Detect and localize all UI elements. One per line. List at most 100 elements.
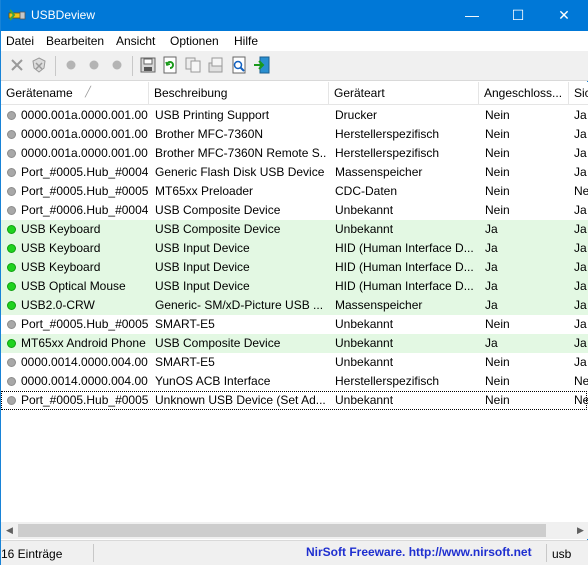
nirsoft-link[interactable]: NirSoft Freeware. http://www.nirsoft.net xyxy=(306,545,532,559)
connected-status-icon xyxy=(7,225,16,234)
table-row[interactable]: 0000.0014.0000.004.00... YunOS ACB Interf… xyxy=(1,372,588,391)
menu-ansicht[interactable]: Ansicht xyxy=(116,34,155,48)
html-report-icon[interactable] xyxy=(230,56,248,74)
device-type-cell: Drucker xyxy=(335,108,378,122)
device-type-cell: Herstellerspezifisch xyxy=(335,146,440,160)
table-row[interactable]: USB Keyboard USB Composite Device Unbekann… xyxy=(1,220,588,239)
safe-to-unplug-cell: Ja xyxy=(574,336,587,350)
connected-status-icon xyxy=(7,301,16,310)
disconnect-icon[interactable] xyxy=(8,56,26,74)
save-icon[interactable] xyxy=(139,56,157,74)
connected-status-icon xyxy=(7,282,16,291)
safe-to-unplug-cell: Ja xyxy=(574,222,587,236)
table-row[interactable]: 0000.001a.0000.001.00... Brother MFC-7360… xyxy=(1,144,588,163)
scroll-left-icon[interactable]: ◀ xyxy=(1,522,18,539)
safe-to-unplug-cell: Ja xyxy=(574,203,587,217)
uninstall-icon[interactable] xyxy=(30,56,48,74)
disconnected-status-icon xyxy=(7,377,16,386)
device-name-cell: 0000.001a.0000.001.00... xyxy=(21,108,148,122)
description-cell: USB Input Device xyxy=(155,279,250,293)
refresh-icon[interactable] xyxy=(161,56,179,74)
column-angeschlossen[interactable]: Angeschloss... xyxy=(479,82,569,105)
description-cell: USB Input Device xyxy=(155,260,250,274)
usb-app-icon xyxy=(8,9,26,21)
device-name-cell: 0000.0014.0000.004.00... xyxy=(21,374,148,388)
item-count: 16 Einträge xyxy=(1,547,63,561)
menu-optionen[interactable]: Optionen xyxy=(170,34,219,48)
table-row[interactable]: Port_#0005.Hub_#0005 Unknown USB Device (… xyxy=(1,391,588,410)
menu-datei[interactable]: Datei xyxy=(6,34,34,48)
safe-to-unplug-cell: Ja xyxy=(574,127,587,141)
connected-status-icon xyxy=(7,244,16,253)
table-row[interactable]: Port_#0005.Hub_#0004 Generic Flash Disk U… xyxy=(1,163,588,182)
description-cell: SMART-E5 xyxy=(155,317,215,331)
disconnected-status-icon xyxy=(7,111,16,120)
table-row[interactable]: Port_#0006.Hub_#0004 USB Composite Device… xyxy=(1,201,588,220)
table-row[interactable]: USB Keyboard USB Input Device HID (Human I… xyxy=(1,258,588,277)
column-beschreibung[interactable]: Beschreibung xyxy=(149,82,329,105)
enable-icon[interactable] xyxy=(85,56,103,74)
table-row[interactable]: 0000.001a.0000.001.00... USB Printing Sup… xyxy=(1,106,588,125)
connected-cell: Nein xyxy=(485,355,510,369)
table-row[interactable]: Port_#0005.Hub_#0005 SMART-E5 Unbekannt Nei… xyxy=(1,315,588,334)
copy-icon[interactable] xyxy=(184,56,202,74)
device-name-cell: Port_#0006.Hub_#0004 xyxy=(21,203,148,217)
connected-cell: Nein xyxy=(485,165,510,179)
description-cell: Generic Flash Disk USB Device xyxy=(155,165,325,179)
table-row[interactable]: Port_#0005.Hub_#0005 MT65xx Preloader CDC-… xyxy=(1,182,588,201)
device-type-cell: Herstellerspezifisch xyxy=(335,374,440,388)
maximize-button[interactable]: ☐ xyxy=(495,0,541,31)
disconnected-status-icon xyxy=(7,187,16,196)
device-list[interactable]: Gerätename ╱ Beschreibung Geräteart Anges… xyxy=(1,82,588,522)
connected-cell: Nein xyxy=(485,317,510,331)
disconnected-status-icon xyxy=(7,358,16,367)
device-type-cell: Massenspeicher xyxy=(335,165,423,179)
device-type-cell: HID (Human Interface D... xyxy=(335,260,474,274)
connected-cell: Ja xyxy=(485,241,498,255)
table-row[interactable]: 0000.001a.0000.001.00... Brother MFC-7360… xyxy=(1,125,588,144)
safe-to-unplug-cell: Ne xyxy=(574,184,588,198)
column-sicher[interactable]: Sic xyxy=(569,82,588,105)
disable-icon[interactable] xyxy=(62,56,80,74)
scroll-right-icon[interactable]: ▶ xyxy=(572,522,588,539)
safe-to-unplug-cell: Ne xyxy=(574,374,588,388)
connected-cell: Ja xyxy=(485,260,498,274)
device-name-cell: Port_#0005.Hub_#0004 xyxy=(21,165,148,179)
device-type-cell: Herstellerspezifisch xyxy=(335,127,440,141)
properties-icon[interactable] xyxy=(207,56,225,74)
description-cell: Unknown USB Device (Set Ad... xyxy=(155,393,326,407)
table-row[interactable]: USB Optical Mouse USB Input Device HID (Hu… xyxy=(1,277,588,296)
column-geraeteart[interactable]: Geräteart xyxy=(329,82,479,105)
device-type-cell: Unbekannt xyxy=(335,355,394,369)
status-separator xyxy=(93,544,94,562)
device-name-cell: Port_#0005.Hub_#0005 xyxy=(21,184,148,198)
connected-cell: Nein xyxy=(485,108,510,122)
device-type-cell: HID (Human Interface D... xyxy=(335,279,474,293)
status-bar: 16 Einträge NirSoft Freeware. http://www… xyxy=(1,540,588,565)
window-title: USBDeview xyxy=(31,8,96,22)
column-label: Gerätename xyxy=(6,86,73,100)
enable-disable-icon[interactable] xyxy=(108,56,126,74)
description-cell: Brother MFC-7360N Remote S... xyxy=(155,146,327,160)
menu-hilfe[interactable]: Hilfe xyxy=(234,34,258,48)
title-bar[interactable]: USBDeview — ☐ ✕ xyxy=(1,0,588,31)
exit-icon[interactable] xyxy=(253,56,271,74)
device-type-cell: HID (Human Interface D... xyxy=(335,241,474,255)
table-row[interactable]: USB2.0-CRW Generic- SM/xD-Picture USB ...… xyxy=(1,296,588,315)
device-name-cell: USB Keyboard xyxy=(21,241,101,255)
status-filter: usb xyxy=(552,547,572,561)
device-name-cell: Port_#0005.Hub_#0005 xyxy=(21,317,148,331)
table-row[interactable]: USB Keyboard USB Input Device HID (Human I… xyxy=(1,239,588,258)
table-row[interactable]: 0000.0014.0000.004.00... SMART-E5 Unbekann… xyxy=(1,353,588,372)
horizontal-scrollbar[interactable]: ◀ ▶ xyxy=(1,522,588,539)
close-button[interactable]: ✕ xyxy=(541,0,587,31)
device-name-cell: USB Optical Mouse xyxy=(21,279,126,293)
description-cell: USB Composite Device xyxy=(155,203,281,217)
scrollbar-thumb[interactable] xyxy=(18,524,546,537)
minimize-button[interactable]: — xyxy=(449,0,495,31)
disconnected-status-icon xyxy=(7,149,16,158)
menu-bar: Datei Bearbeiten Ansicht Optionen Hilfe xyxy=(1,31,588,51)
menu-bearbeiten[interactable]: Bearbeiten xyxy=(46,34,104,48)
table-row[interactable]: MT65xx Android Phone USB Composite Device… xyxy=(1,334,588,353)
column-geraetename[interactable]: Gerätename ╱ xyxy=(1,82,149,105)
